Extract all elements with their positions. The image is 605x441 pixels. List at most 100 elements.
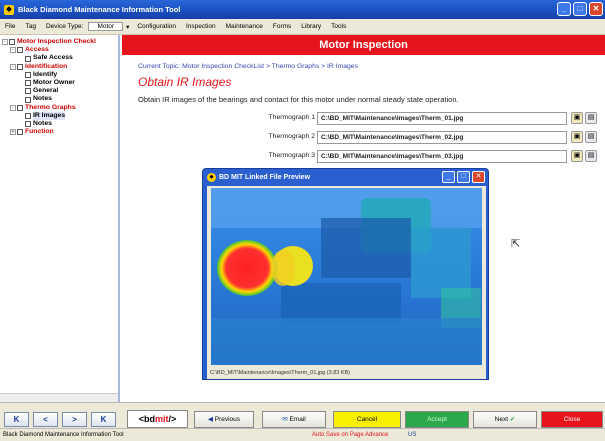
status-locale: US xyxy=(408,432,417,438)
bdmit-logo: <bdmit/> xyxy=(127,410,188,428)
tree-checkbox[interactable] xyxy=(17,47,23,54)
dialog-app-icon: ◆ xyxy=(207,172,216,182)
tree-item-label: General xyxy=(33,87,59,95)
tree-expand-icon[interactable]: - xyxy=(10,104,16,111)
breadcrumb[interactable]: Current Topic: Motor Inspection CheckLis… xyxy=(138,63,358,70)
tree-item-label: Identify xyxy=(33,70,58,78)
folder-icon[interactable]: ▣ xyxy=(571,150,583,162)
device-type-select[interactable]: Motor xyxy=(88,22,124,31)
preview-icon[interactable]: ▤ xyxy=(585,131,597,143)
tree-item[interactable]: Motor Owner xyxy=(2,79,116,87)
menu-bar: File Tag Device Type: Motor ▾ Configurat… xyxy=(0,19,605,35)
menu-device-type: Device Type: xyxy=(45,23,84,30)
tree-item-label: Thermo Graphs xyxy=(25,103,76,111)
menu-maintenance[interactable]: Maintenance xyxy=(221,23,268,30)
page-title: Obtain IR Images xyxy=(138,75,232,89)
tree-checkbox[interactable] xyxy=(17,63,23,70)
thermograph-row: Thermograph 2 C:\BD_MIT\Maintenance\Imag… xyxy=(122,131,605,144)
tree-item[interactable]: IR Images xyxy=(2,111,116,121)
last-page-button[interactable]: K xyxy=(91,412,116,427)
file-preview-dialog: ◆ BD MIT Linked File Preview _ □ ✕ C:\BD… xyxy=(202,168,489,380)
title-bar: ◆ Black Diamond Maintenance Information … xyxy=(0,0,605,19)
tree-expand-icon[interactable]: - xyxy=(2,39,8,46)
tree-item[interactable]: Safe Access xyxy=(2,54,116,62)
tree-item-label: Safe Access xyxy=(33,54,73,62)
tree-item[interactable]: - Identification xyxy=(2,63,116,71)
dialog-body xyxy=(207,186,486,368)
thermograph-label: Thermograph 1 xyxy=(268,114,315,121)
next-page-button[interactable]: > xyxy=(62,412,87,427)
inspection-tree: - Motor Inspection Checkl - Access Safe Acce… xyxy=(0,35,118,139)
dialog-close-button[interactable]: ✕ xyxy=(472,171,485,183)
tree-item-label: IR Images xyxy=(33,111,66,121)
inspection-tree-panel: - Motor Inspection Checkl - Access Safe Acce… xyxy=(0,35,120,402)
tree-checkbox[interactable] xyxy=(25,71,31,78)
menu-tools[interactable]: Tools xyxy=(326,23,351,30)
page-header: Motor Inspection xyxy=(122,35,605,55)
thermograph-path-field[interactable]: C:\BD_MIT\Maintenance\Images\Therm_02.jp… xyxy=(317,131,567,144)
preview-icon[interactable]: ▤ xyxy=(585,150,597,162)
thermograph-label: Thermograph 3 xyxy=(268,152,315,159)
menu-tag[interactable]: Tag xyxy=(20,23,40,30)
tree-horizontal-scrollbar[interactable] xyxy=(0,393,118,402)
close-button[interactable]: Close xyxy=(541,411,603,428)
previous-button[interactable]: ◀ Previous xyxy=(194,411,254,428)
thermograph-label: Thermograph 2 xyxy=(268,133,315,140)
minimize-button[interactable]: _ xyxy=(557,2,571,16)
tree-checkbox[interactable] xyxy=(25,80,31,87)
tree-item-label: Identification xyxy=(25,62,68,70)
tree-checkbox[interactable] xyxy=(25,96,31,103)
maximize-button[interactable]: □ xyxy=(573,2,587,16)
email-button[interactable]: ✉ Email xyxy=(262,411,326,428)
thermograph-row: Thermograph 1 C:\BD_MIT\Maintenance\Imag… xyxy=(122,112,605,125)
accept-button[interactable]: Accept xyxy=(405,411,469,428)
tree-item[interactable]: General xyxy=(2,87,116,95)
tree-item-label: Motor Owner xyxy=(33,79,75,87)
window-title: Black Diamond Maintenance Information To… xyxy=(18,5,181,14)
tree-expand-icon[interactable]: - xyxy=(10,47,16,54)
preview-icon[interactable]: ▤ xyxy=(585,112,597,124)
close-window-button[interactable]: ✕ xyxy=(589,2,603,16)
previous-page-button[interactable]: < xyxy=(33,412,58,427)
tree-checkbox[interactable] xyxy=(25,88,31,95)
menu-file[interactable]: File xyxy=(0,23,20,30)
tree-checkbox[interactable] xyxy=(9,39,15,46)
tree-item[interactable]: - Thermo Graphs xyxy=(2,104,116,112)
tree-checkbox[interactable] xyxy=(25,55,31,62)
app-icon: ◆ xyxy=(4,4,14,15)
tree-checkbox[interactable] xyxy=(17,129,23,136)
status-bar: Black Diamond Maintenance Information To… xyxy=(0,428,605,441)
tree-checkbox[interactable] xyxy=(25,121,31,128)
next-button[interactable]: Next ✔ xyxy=(473,411,537,428)
tree-item[interactable]: + Function xyxy=(2,128,116,136)
folder-icon[interactable]: ▣ xyxy=(571,112,583,124)
dialog-minimize-button[interactable]: _ xyxy=(442,171,455,183)
mouse-cursor-icon: ⇱ xyxy=(511,238,521,250)
tree-expand-icon[interactable]: + xyxy=(10,129,16,136)
tree-item[interactable]: Notes xyxy=(2,95,116,103)
menu-inspection[interactable]: Inspection xyxy=(181,23,221,30)
tree-checkbox[interactable] xyxy=(17,104,23,111)
tree-item[interactable]: Identify xyxy=(2,71,116,79)
tree-expand-icon[interactable]: - xyxy=(10,63,16,70)
menu-library[interactable]: Library xyxy=(296,23,326,30)
status-autosave: Auto Save on Page Advance xyxy=(312,432,389,438)
tree-item-label: Motor Inspection Checkl xyxy=(17,38,96,45)
dialog-title: BD MIT Linked File Preview xyxy=(219,173,311,181)
folder-icon[interactable]: ▣ xyxy=(571,131,583,143)
tree-checkbox[interactable] xyxy=(25,112,31,119)
cancel-button[interactable]: Cancel xyxy=(333,411,401,428)
thermograph-path-field[interactable]: C:\BD_MIT\Maintenance\Images\Therm_01.jp… xyxy=(317,112,567,125)
page-description: Obtain IR images of the bearings and con… xyxy=(138,95,459,104)
menu-configuration[interactable]: Configuration xyxy=(132,23,181,30)
tree-item-label: Function xyxy=(25,128,54,136)
tree-item-label: Notes xyxy=(33,95,52,103)
tree-item[interactable]: - Motor Inspection Checkl xyxy=(2,38,116,46)
tree-item[interactable]: - Access xyxy=(2,46,116,54)
menu-forms[interactable]: Forms xyxy=(268,23,296,30)
thermograph-path-field[interactable]: C:\BD_MIT\Maintenance\Images\Therm_03.jp… xyxy=(317,150,567,163)
tree-item[interactable]: Notes xyxy=(2,120,116,128)
first-page-button[interactable]: K xyxy=(4,412,29,427)
dialog-maximize-button[interactable]: □ xyxy=(457,171,470,183)
dropdown-arrow-icon[interactable]: ▾ xyxy=(123,23,132,31)
